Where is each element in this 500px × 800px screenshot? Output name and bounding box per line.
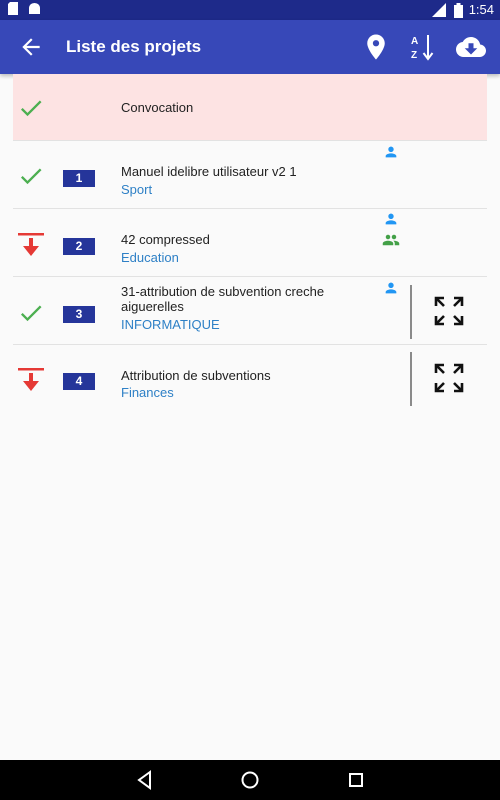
app-bar: Liste des projets A Z xyxy=(0,20,500,74)
list-item[interactable]: 3 31-attribution de subvention creche ai… xyxy=(13,277,487,345)
page-title: Liste des projets xyxy=(66,37,202,56)
check-icon xyxy=(20,100,42,117)
person-icon xyxy=(385,146,397,158)
list-item[interactable]: 1 Manuel idelibre utilisateur v2 1 Sport xyxy=(13,141,487,209)
item-category: Sport xyxy=(121,182,153,197)
item-number-badge: 2 xyxy=(63,238,95,255)
person-icon xyxy=(385,282,397,294)
list-item[interactable]: 4 Attribution de subventions Finances xyxy=(13,345,487,411)
check-icon xyxy=(20,168,42,185)
item-title: Attribution de subventions xyxy=(121,368,271,383)
item-title: Manuel idelibre utilisateur v2 1 xyxy=(121,164,297,179)
vertical-divider xyxy=(410,285,412,339)
group-icon xyxy=(382,234,400,246)
item-category: Finances xyxy=(121,385,174,400)
svg-text:A: A xyxy=(411,36,418,47)
item-number-badge: 3 xyxy=(63,306,95,323)
status-bar: 1:54 xyxy=(0,0,500,20)
person-icon xyxy=(385,213,397,225)
fullscreen-icon[interactable] xyxy=(434,296,464,326)
svg-text:Z: Z xyxy=(411,50,417,61)
cloud-download-icon[interactable] xyxy=(455,32,487,62)
arrow-down-icon xyxy=(18,233,44,256)
home-circle-icon[interactable] xyxy=(239,769,261,791)
item-title: Convocation xyxy=(121,100,194,115)
item-number-badge: 1 xyxy=(63,170,95,187)
item-title: 31-attribution de subvention creche aigu… xyxy=(121,284,325,314)
list-item[interactable]: 2 42 compressed Education xyxy=(13,209,487,277)
item-title: 42 compressed xyxy=(121,232,210,247)
item-number-badge: 4 xyxy=(63,373,95,390)
arrow-down-icon xyxy=(18,368,44,391)
location-pin-icon[interactable] xyxy=(361,32,391,62)
check-icon xyxy=(20,305,42,322)
sd-card-icon xyxy=(8,2,18,15)
navigation-bar xyxy=(0,760,500,800)
item-category: INFORMATIQUE xyxy=(121,317,220,332)
item-category: Education xyxy=(121,250,179,265)
sort-az-icon[interactable]: A Z xyxy=(408,32,438,62)
project-list: Convocation 1 Manuel idelibre utilisateu… xyxy=(13,74,487,411)
battery-icon xyxy=(453,2,463,18)
recents-square-icon[interactable] xyxy=(345,769,367,791)
android-icon xyxy=(29,2,40,14)
fullscreen-icon[interactable] xyxy=(434,363,464,393)
clock: 1:54 xyxy=(468,2,494,17)
vertical-divider xyxy=(410,352,412,406)
list-item[interactable]: Convocation xyxy=(13,74,487,141)
back-triangle-icon[interactable] xyxy=(134,769,156,791)
signal-icon xyxy=(431,3,446,17)
arrow-back-icon[interactable] xyxy=(18,34,44,60)
